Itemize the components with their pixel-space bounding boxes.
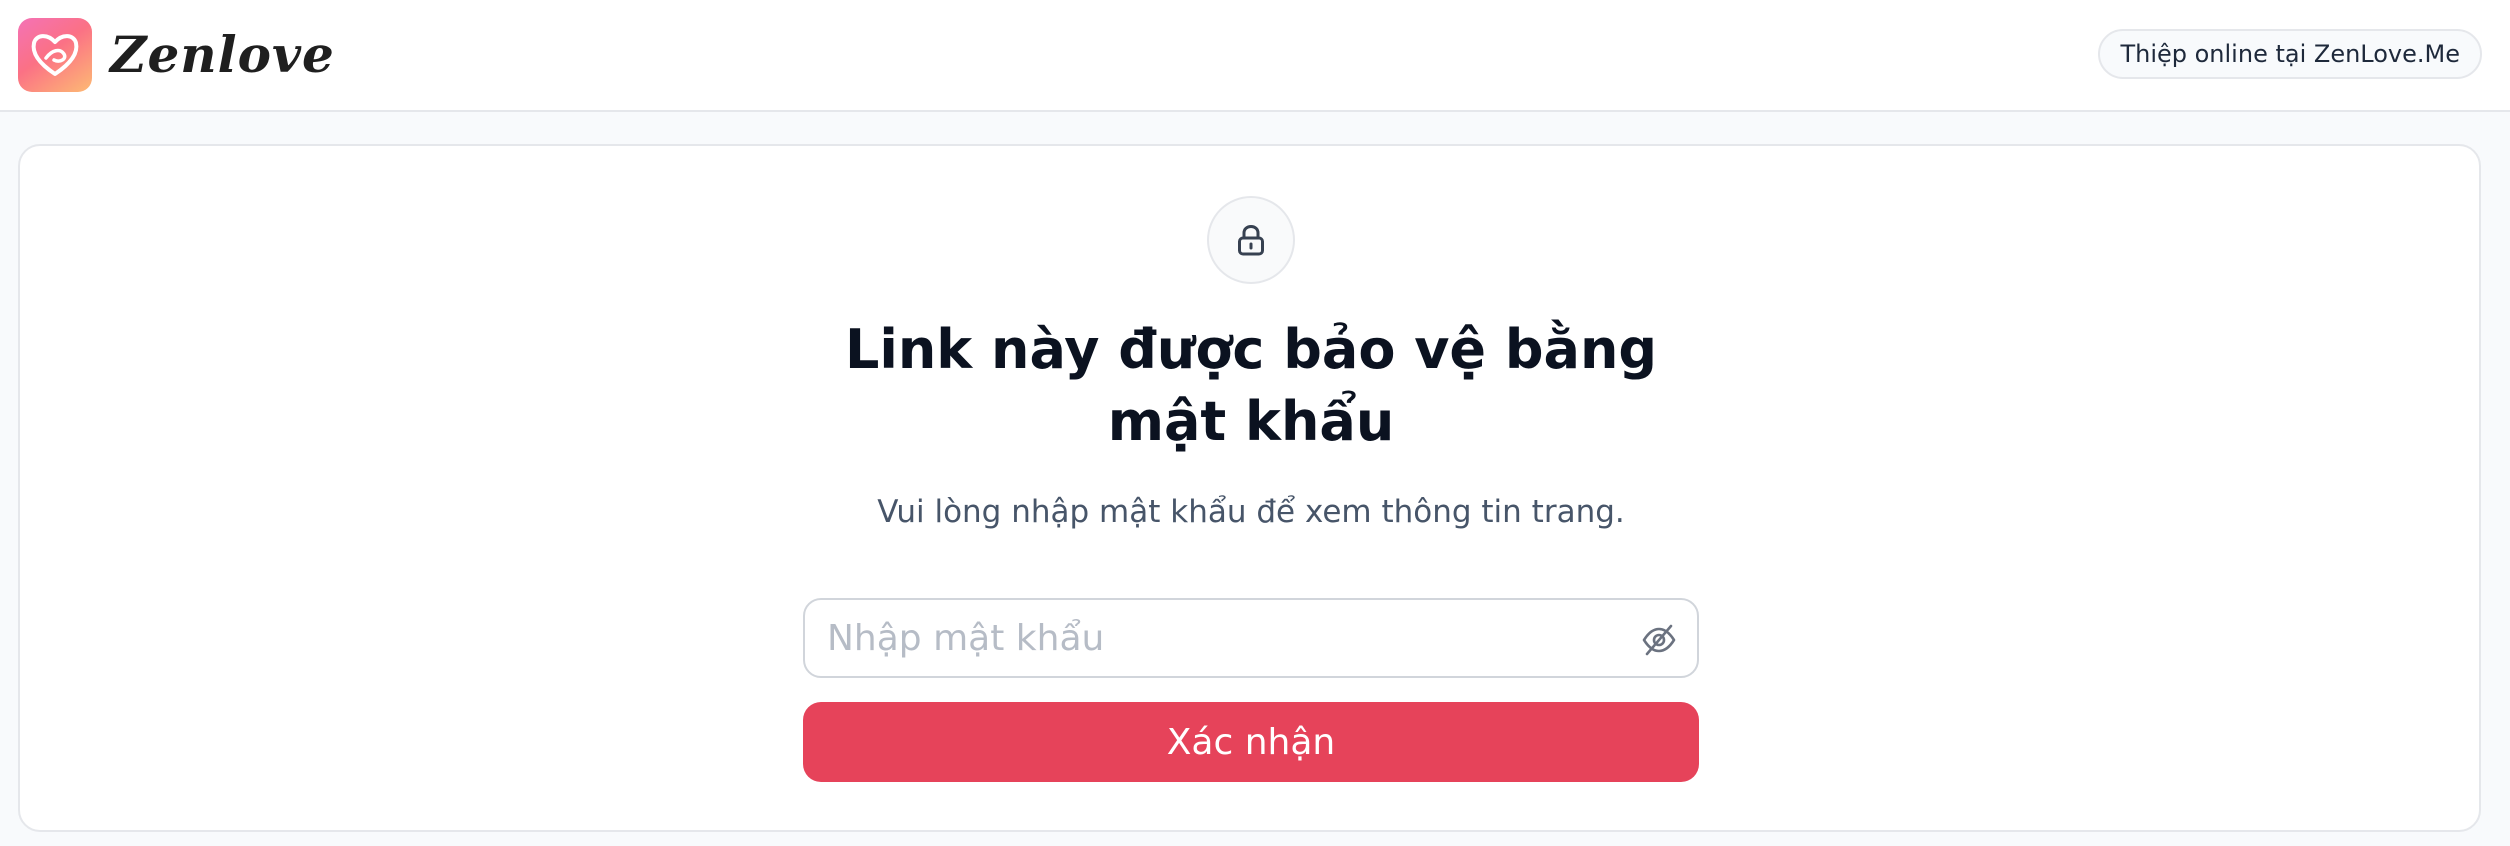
promo-link[interactable]: Thiệp online tại ZenLove.Me [2098, 29, 2482, 79]
password-field-wrapper [803, 598, 1699, 678]
top-header: Zenlove Thiệp online tại ZenLove.Me [0, 0, 2510, 112]
submit-button[interactable]: Xác nhận [803, 702, 1699, 782]
password-card: Link này được bảo vệ bằng mật khẩu Vui l… [18, 144, 2481, 832]
page-subtitle: Vui lòng nhập mật khẩu để xem thông tin … [877, 494, 1625, 530]
eye-off-icon[interactable] [1639, 620, 1679, 660]
password-input[interactable] [805, 600, 1697, 676]
lock-icon [1207, 196, 1295, 284]
brand-name: Zenlove [110, 25, 335, 84]
page-title: Link này được bảo vệ bằng mật khẩu [844, 318, 1658, 453]
heart-logo-icon [18, 18, 92, 92]
brand-logo-link[interactable]: Zenlove [18, 18, 335, 92]
